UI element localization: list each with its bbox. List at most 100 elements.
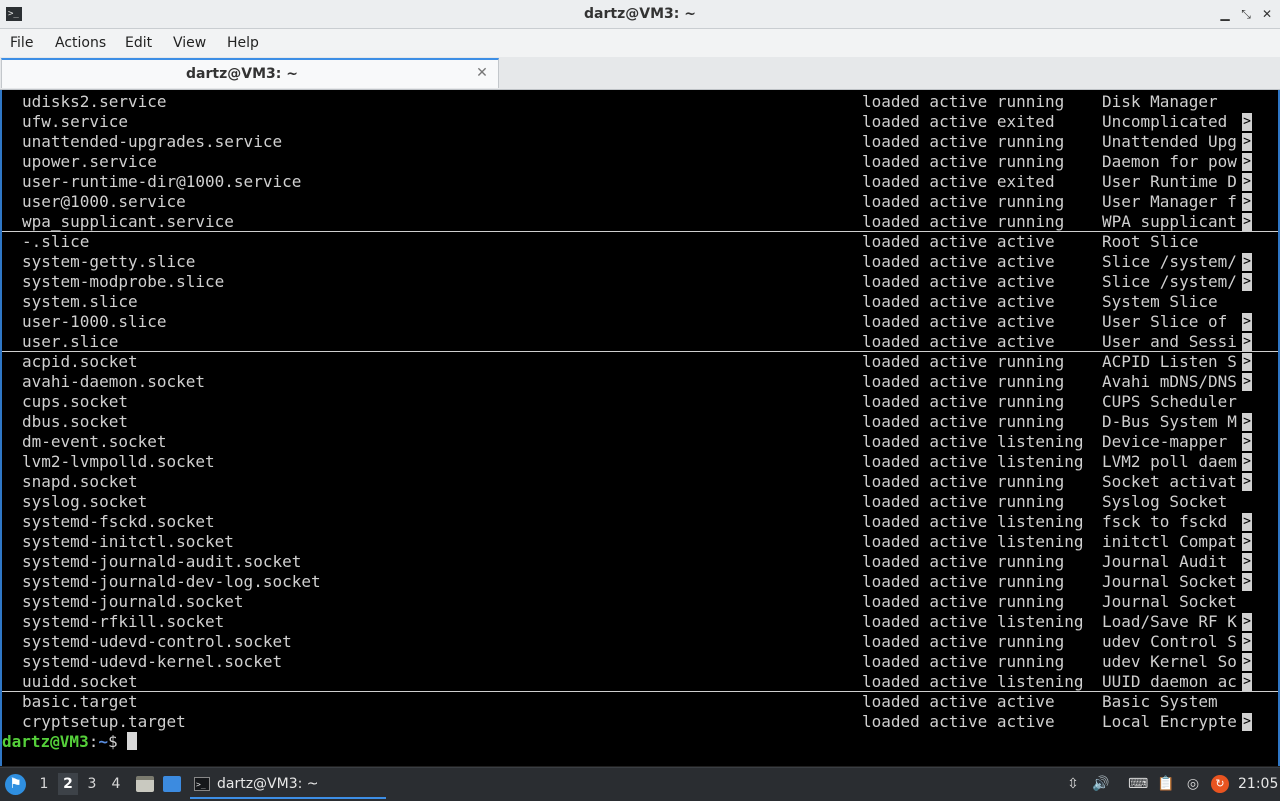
- unit-name: systemd-initctl.socket: [22, 532, 234, 551]
- update-notifier-icon[interactable]: ↻: [1211, 775, 1229, 793]
- unit-description: Slice /system/: [1102, 252, 1237, 271]
- unit-name: wpa_supplicant.service: [22, 212, 234, 231]
- unit-state: loaded active listening: [862, 432, 1084, 451]
- terminal-line: systemd-udevd-kernel.socket loaded active…: [2, 652, 1278, 672]
- unit-description: Uncomplicated: [1102, 112, 1228, 131]
- terminal-line: unattended-upgrades.service loaded active…: [2, 132, 1278, 152]
- unit-state: loaded active listening: [862, 452, 1084, 471]
- window-title: dartz@VM3: ~: [584, 6, 696, 22]
- unit-description: Disk Manager: [1102, 92, 1218, 111]
- unit-name: systemd-rfkill.socket: [22, 612, 225, 631]
- scroll-indicator-icon[interactable]: ⇳: [1063, 774, 1083, 794]
- minimize-icon[interactable]: ▁: [1216, 4, 1234, 24]
- terminal-line: systemd-journald-dev-log.socket loaded ac…: [2, 572, 1278, 592]
- taskbar: ⚑ 1 2 3 4 >_ dartz@VM3: ~ ⇳ 🔊 ⌨ 📋 ◎ ↻ 21…: [0, 767, 1280, 801]
- unit-state: loaded active listening: [862, 532, 1084, 551]
- taskbar-task-terminal[interactable]: >_ dartz@VM3: ~: [190, 771, 386, 799]
- unit-description: Syslog Socket: [1102, 492, 1228, 511]
- unit-name: user@1000.service: [22, 192, 186, 211]
- terminal-line: systemd-rfkill.socket loaded active liste…: [2, 612, 1278, 632]
- unit-state: loaded active active: [862, 292, 1055, 311]
- unit-state: loaded active active: [862, 692, 1055, 711]
- menu-help[interactable]: Help: [227, 29, 259, 57]
- unit-name: systemd-journald-dev-log.socket: [22, 572, 321, 591]
- unit-description: User Slice of: [1102, 312, 1228, 331]
- clock[interactable]: 21:05: [1238, 768, 1278, 801]
- terminal-output[interactable]: udisks2.service loaded active running Disk…: [0, 90, 1280, 766]
- terminal-line: lvm2-lvmpolld.socket loaded active listen…: [2, 452, 1278, 472]
- truncation-marker: >: [1242, 153, 1252, 171]
- terminal-line: user-runtime-dir@1000.service loaded acti…: [2, 172, 1278, 192]
- start-menu-icon[interactable]: ⚑: [5, 774, 26, 795]
- unit-description: LVM2 poll daem: [1102, 452, 1237, 471]
- menu-view[interactable]: View: [173, 29, 206, 57]
- truncation-marker: >: [1242, 473, 1252, 491]
- terminal-line: snapd.socket loaded active running Socket …: [2, 472, 1278, 492]
- terminal-line: user-1000.slice loaded active active User …: [2, 312, 1278, 332]
- truncation-marker: >: [1242, 633, 1252, 651]
- menu-edit[interactable]: Edit: [125, 29, 152, 57]
- truncation-marker: >: [1242, 653, 1252, 671]
- unit-description: ACPID Listen S: [1102, 352, 1237, 371]
- keyboard-icon[interactable]: ⌨: [1128, 774, 1148, 794]
- truncation-marker: >: [1242, 453, 1252, 471]
- terminal-line: wpa_supplicant.service loaded active runn…: [2, 212, 1278, 232]
- show-desktop-icon[interactable]: [163, 776, 181, 792]
- clipboard-icon[interactable]: 📋: [1156, 774, 1176, 794]
- tab-close-icon[interactable]: ✕: [474, 64, 490, 82]
- unit-state: loaded active running: [862, 592, 1065, 611]
- terminal-line: udisks2.service loaded active running Disk…: [2, 92, 1278, 112]
- unit-description: initctl Compat: [1102, 532, 1237, 551]
- menu-actions[interactable]: Actions: [55, 29, 106, 57]
- unit-description: User Manager f: [1102, 192, 1237, 211]
- unit-description: Local Encrypte: [1102, 712, 1237, 731]
- unit-state: loaded active active: [862, 232, 1055, 251]
- unit-name: cryptsetup.target: [22, 712, 186, 731]
- terminal-task-icon: >_: [194, 777, 210, 791]
- prompt-symbol: $: [107, 732, 128, 751]
- file-manager-icon[interactable]: [136, 776, 154, 792]
- menu-file[interactable]: File: [10, 29, 33, 57]
- shell-prompt[interactable]: dartz@VM3:~$: [2, 732, 1278, 752]
- unit-description: Journal Socket: [1102, 592, 1237, 611]
- unit-state: loaded active running: [862, 352, 1065, 371]
- unit-state: loaded active running: [862, 132, 1065, 151]
- truncation-marker: >: [1242, 253, 1252, 271]
- unit-state: loaded active running: [862, 372, 1065, 391]
- terminal-line: system-modprobe.slice loaded active activ…: [2, 272, 1278, 292]
- unit-state: loaded active running: [862, 412, 1065, 431]
- unit-name: upower.service: [22, 152, 157, 171]
- unit-description: Avahi mDNS/DNS: [1102, 372, 1237, 391]
- unit-description: Root Slice: [1102, 232, 1199, 251]
- truncation-marker: >: [1242, 313, 1252, 331]
- unit-state: loaded active running: [862, 572, 1065, 591]
- truncation-marker: >: [1242, 273, 1252, 291]
- close-icon[interactable]: ✕: [1258, 4, 1276, 24]
- steam-icon[interactable]: ◎: [1183, 774, 1203, 794]
- unit-description: Journal Socket: [1102, 572, 1237, 591]
- workspace-2[interactable]: 2: [58, 773, 78, 795]
- terminal-line: dm-event.socket loaded active listening De…: [2, 432, 1278, 452]
- volume-icon[interactable]: 🔊: [1091, 774, 1111, 794]
- unit-description: Load/Save RF K: [1102, 612, 1237, 631]
- maximize-icon[interactable]: ⤡: [1237, 4, 1255, 24]
- unit-state: loaded active running: [862, 632, 1065, 651]
- terminal-line: upower.service loaded active running Daemo…: [2, 152, 1278, 172]
- tab-terminal[interactable]: dartz@VM3: ~ ✕: [1, 58, 499, 88]
- unit-name: acpid.socket: [22, 352, 138, 371]
- truncation-marker: >: [1242, 553, 1252, 571]
- workspace-4[interactable]: 4: [106, 773, 126, 795]
- window-titlebar[interactable]: >_ dartz@VM3: ~ ▁ ⤡ ✕: [0, 0, 1280, 29]
- truncation-marker: >: [1242, 353, 1252, 371]
- unit-name: systemd-udevd-control.socket: [22, 632, 292, 651]
- workspace-3[interactable]: 3: [82, 773, 102, 795]
- unit-name: user-1000.slice: [22, 312, 167, 331]
- truncation-marker: >: [1242, 193, 1252, 211]
- workspace-1[interactable]: 1: [34, 773, 54, 795]
- unit-description: Basic System: [1102, 692, 1218, 711]
- unit-name: syslog.socket: [22, 492, 148, 511]
- unit-description: fsck to fsckd: [1102, 512, 1228, 531]
- unit-description: System Slice: [1102, 292, 1218, 311]
- unit-description: udev Kernel So: [1102, 652, 1237, 671]
- truncation-marker: >: [1242, 173, 1252, 191]
